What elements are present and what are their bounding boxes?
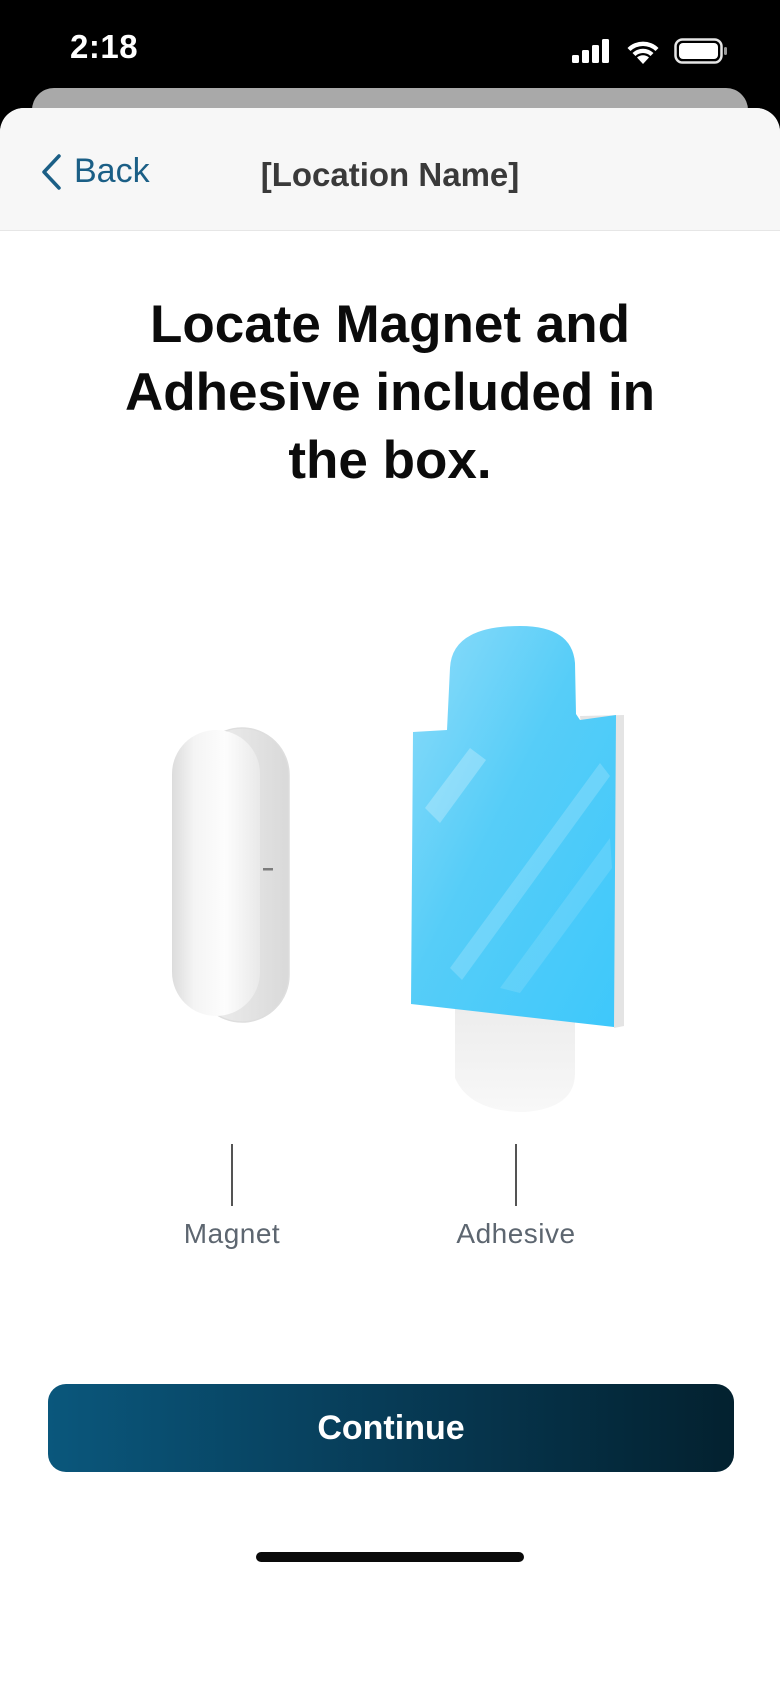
status-time: 2:18	[70, 28, 139, 65]
status-icons	[572, 38, 728, 64]
battery-icon	[674, 38, 727, 64]
status-bar: 2:18	[0, 0, 780, 100]
adhesive-label: Adhesive	[456, 1218, 576, 1249]
continue-button[interactable]: Continue	[48, 1384, 734, 1472]
cellular-signal-icon	[572, 39, 609, 63]
adhesive-illustration	[411, 626, 624, 1112]
magnet-label: Magnet	[183, 1218, 281, 1249]
magnet-illustration	[172, 727, 290, 1023]
home-indicator	[256, 1552, 524, 1562]
wifi-icon	[627, 41, 659, 64]
